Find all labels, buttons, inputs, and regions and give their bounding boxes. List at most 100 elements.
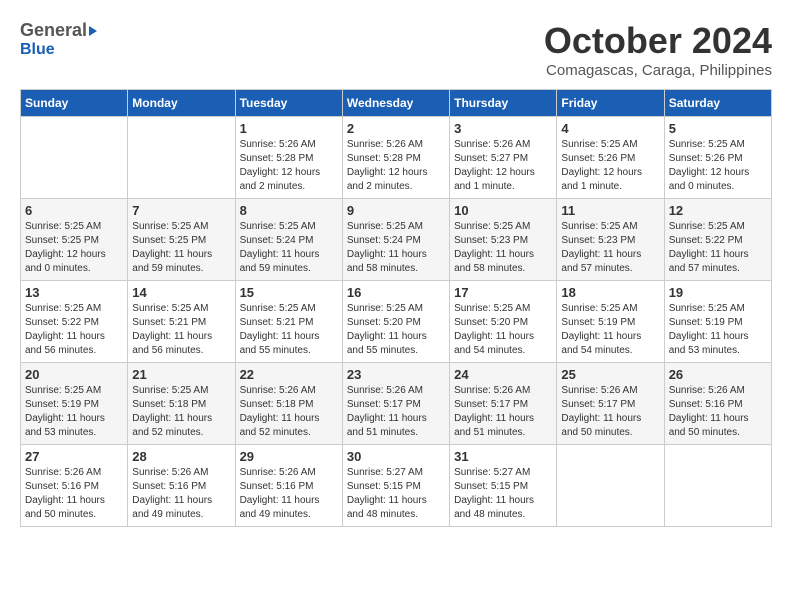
- day-header-thursday: Thursday: [450, 90, 557, 117]
- calendar-cell: 28 Sunrise: 5:26 AM Sunset: 5:16 PM Dayli…: [128, 445, 235, 527]
- calendar-cell: 27 Sunrise: 5:26 AM Sunset: 5:16 PM Dayli…: [21, 445, 128, 527]
- calendar-cell: 6Sunrise: 5:25 AM Sunset: 5:25 PM Daylig…: [21, 199, 128, 281]
- day-number: 5: [669, 121, 767, 136]
- logo-arrow-icon: [89, 26, 97, 36]
- day-info: Sunrise: 5:26 AM Sunset: 5:17 PM Dayligh…: [561, 384, 659, 440]
- day-number: 27: [25, 449, 123, 464]
- calendar-cell: 24Sunrise: 5:26 AM Sunset: 5:17 PM Dayli…: [450, 363, 557, 445]
- day-info: Sunrise: 5:25 AM Sunset: 5:19 PM Dayligh…: [25, 384, 123, 440]
- calendar-week-row: 20 Sunrise: 5:25 AM Sunset: 5:19 PM Dayli…: [21, 363, 772, 445]
- day-info: Sunrise: 5:26 AM Sunset: 5:16 PM Dayligh…: [240, 466, 338, 522]
- day-number: 21: [132, 367, 230, 382]
- day-info: Sunrise: 5:25 AM Sunset: 5:21 PM Dayligh…: [132, 302, 230, 358]
- location-title: Comagascas, Caraga, Philippines: [544, 62, 772, 79]
- day-info: Sunrise: 5:26 AM Sunset: 5:16 PM Dayligh…: [25, 466, 123, 522]
- calendar-cell: 19 Sunrise: 5:25 AM Sunset: 5:19 PM Dayli…: [664, 281, 771, 363]
- day-number: 30: [347, 449, 445, 464]
- calendar-week-row: 1 Sunrise: 5:26 AM Sunset: 5:28 PM Daylig…: [21, 117, 772, 199]
- day-number: 31: [454, 449, 552, 464]
- day-number: 11: [561, 203, 659, 218]
- calendar-cell: 30 Sunrise: 5:27 AM Sunset: 5:15 PM Dayli…: [342, 445, 449, 527]
- day-header-friday: Friday: [557, 90, 664, 117]
- day-info: Sunrise: 5:25 AM Sunset: 5:18 PM Dayligh…: [132, 384, 230, 440]
- calendar-week-row: 27 Sunrise: 5:26 AM Sunset: 5:16 PM Dayli…: [21, 445, 772, 527]
- calendar-cell: 26Sunrise: 5:26 AM Sunset: 5:16 PM Dayli…: [664, 363, 771, 445]
- title-area: October 2024 Comagascas, Caraga, Philipp…: [544, 20, 772, 79]
- calendar-week-row: 13 Sunrise: 5:25 AM Sunset: 5:22 PM Dayli…: [21, 281, 772, 363]
- calendar-cell: 5Sunrise: 5:25 AM Sunset: 5:26 PM Daylig…: [664, 117, 771, 199]
- day-number: 20: [25, 367, 123, 382]
- day-header-sunday: Sunday: [21, 90, 128, 117]
- day-number: 10: [454, 203, 552, 218]
- calendar-cell: 7 Sunrise: 5:25 AM Sunset: 5:25 PM Daylig…: [128, 199, 235, 281]
- calendar-cell: 4 Sunrise: 5:25 AM Sunset: 5:26 PM Daylig…: [557, 117, 664, 199]
- day-header-tuesday: Tuesday: [235, 90, 342, 117]
- calendar-cell: 21 Sunrise: 5:25 AM Sunset: 5:18 PM Dayli…: [128, 363, 235, 445]
- calendar-cell: 10 Sunrise: 5:25 AM Sunset: 5:23 PM Dayli…: [450, 199, 557, 281]
- day-info: Sunrise: 5:25 AM Sunset: 5:23 PM Dayligh…: [454, 220, 552, 276]
- day-info: Sunrise: 5:26 AM Sunset: 5:16 PM Dayligh…: [132, 466, 230, 522]
- day-info: Sunrise: 5:27 AM Sunset: 5:15 PM Dayligh…: [454, 466, 552, 522]
- day-number: 19: [669, 285, 767, 300]
- calendar-cell: 15 Sunrise: 5:25 AM Sunset: 5:21 PM Dayli…: [235, 281, 342, 363]
- day-info: Sunrise: 5:25 AM Sunset: 5:25 PM Dayligh…: [132, 220, 230, 276]
- day-number: 16: [347, 285, 445, 300]
- calendar-cell: 23 Sunrise: 5:26 AM Sunset: 5:17 PM Dayli…: [342, 363, 449, 445]
- calendar-cell: 3Sunrise: 5:26 AM Sunset: 5:27 PM Daylig…: [450, 117, 557, 199]
- day-number: 15: [240, 285, 338, 300]
- day-info: Sunrise: 5:25 AM Sunset: 5:21 PM Dayligh…: [240, 302, 338, 358]
- day-number: 14: [132, 285, 230, 300]
- calendar-cell: [557, 445, 664, 527]
- day-info: Sunrise: 5:25 AM Sunset: 5:20 PM Dayligh…: [347, 302, 445, 358]
- logo: General Blue: [20, 20, 97, 59]
- calendar-cell: 29 Sunrise: 5:26 AM Sunset: 5:16 PM Dayli…: [235, 445, 342, 527]
- calendar-cell: 2 Sunrise: 5:26 AM Sunset: 5:28 PM Daylig…: [342, 117, 449, 199]
- calendar-cell: [128, 117, 235, 199]
- calendar-header-row: SundayMondayTuesdayWednesdayThursdayFrid…: [21, 90, 772, 117]
- day-number: 7: [132, 203, 230, 218]
- day-number: 8: [240, 203, 338, 218]
- day-info: Sunrise: 5:25 AM Sunset: 5:26 PM Dayligh…: [561, 138, 659, 194]
- day-info: Sunrise: 5:25 AM Sunset: 5:22 PM Dayligh…: [669, 220, 767, 276]
- calendar-cell: 14 Sunrise: 5:25 AM Sunset: 5:21 PM Dayli…: [128, 281, 235, 363]
- calendar-cell: 9 Sunrise: 5:25 AM Sunset: 5:24 PM Daylig…: [342, 199, 449, 281]
- day-header-wednesday: Wednesday: [342, 90, 449, 117]
- day-info: Sunrise: 5:26 AM Sunset: 5:16 PM Dayligh…: [669, 384, 767, 440]
- day-info: Sunrise: 5:25 AM Sunset: 5:24 PM Dayligh…: [347, 220, 445, 276]
- day-info: Sunrise: 5:25 AM Sunset: 5:22 PM Dayligh…: [25, 302, 123, 358]
- day-number: 22: [240, 367, 338, 382]
- calendar-cell: 22Sunrise: 5:26 AM Sunset: 5:18 PM Dayli…: [235, 363, 342, 445]
- day-header-monday: Monday: [128, 90, 235, 117]
- day-info: Sunrise: 5:26 AM Sunset: 5:28 PM Dayligh…: [347, 138, 445, 194]
- day-number: 1: [240, 121, 338, 136]
- day-info: Sunrise: 5:25 AM Sunset: 5:19 PM Dayligh…: [561, 302, 659, 358]
- calendar-cell: 12 Sunrise: 5:25 AM Sunset: 5:22 PM Dayli…: [664, 199, 771, 281]
- calendar-cell: 18Sunrise: 5:25 AM Sunset: 5:19 PM Dayli…: [557, 281, 664, 363]
- day-info: Sunrise: 5:25 AM Sunset: 5:25 PM Dayligh…: [25, 220, 123, 276]
- day-number: 9: [347, 203, 445, 218]
- day-number: 13: [25, 285, 123, 300]
- calendar-cell: [664, 445, 771, 527]
- day-info: Sunrise: 5:25 AM Sunset: 5:19 PM Dayligh…: [669, 302, 767, 358]
- day-number: 28: [132, 449, 230, 464]
- day-number: 29: [240, 449, 338, 464]
- day-number: 23: [347, 367, 445, 382]
- day-info: Sunrise: 5:26 AM Sunset: 5:17 PM Dayligh…: [454, 384, 552, 440]
- calendar-cell: 11Sunrise: 5:25 AM Sunset: 5:23 PM Dayli…: [557, 199, 664, 281]
- day-number: 17: [454, 285, 552, 300]
- day-header-saturday: Saturday: [664, 90, 771, 117]
- day-info: Sunrise: 5:26 AM Sunset: 5:17 PM Dayligh…: [347, 384, 445, 440]
- day-number: 4: [561, 121, 659, 136]
- calendar-table: SundayMondayTuesdayWednesdayThursdayFrid…: [20, 89, 772, 527]
- day-number: 2: [347, 121, 445, 136]
- day-info: Sunrise: 5:27 AM Sunset: 5:15 PM Dayligh…: [347, 466, 445, 522]
- logo-blue-text: Blue: [20, 41, 55, 59]
- calendar-cell: 8Sunrise: 5:25 AM Sunset: 5:24 PM Daylig…: [235, 199, 342, 281]
- calendar-cell: [21, 117, 128, 199]
- day-number: 12: [669, 203, 767, 218]
- calendar-cell: 1Sunrise: 5:26 AM Sunset: 5:28 PM Daylig…: [235, 117, 342, 199]
- day-number: 3: [454, 121, 552, 136]
- logo-general-text: General: [20, 20, 87, 41]
- calendar-week-row: 6Sunrise: 5:25 AM Sunset: 5:25 PM Daylig…: [21, 199, 772, 281]
- calendar-cell: 25Sunrise: 5:26 AM Sunset: 5:17 PM Dayli…: [557, 363, 664, 445]
